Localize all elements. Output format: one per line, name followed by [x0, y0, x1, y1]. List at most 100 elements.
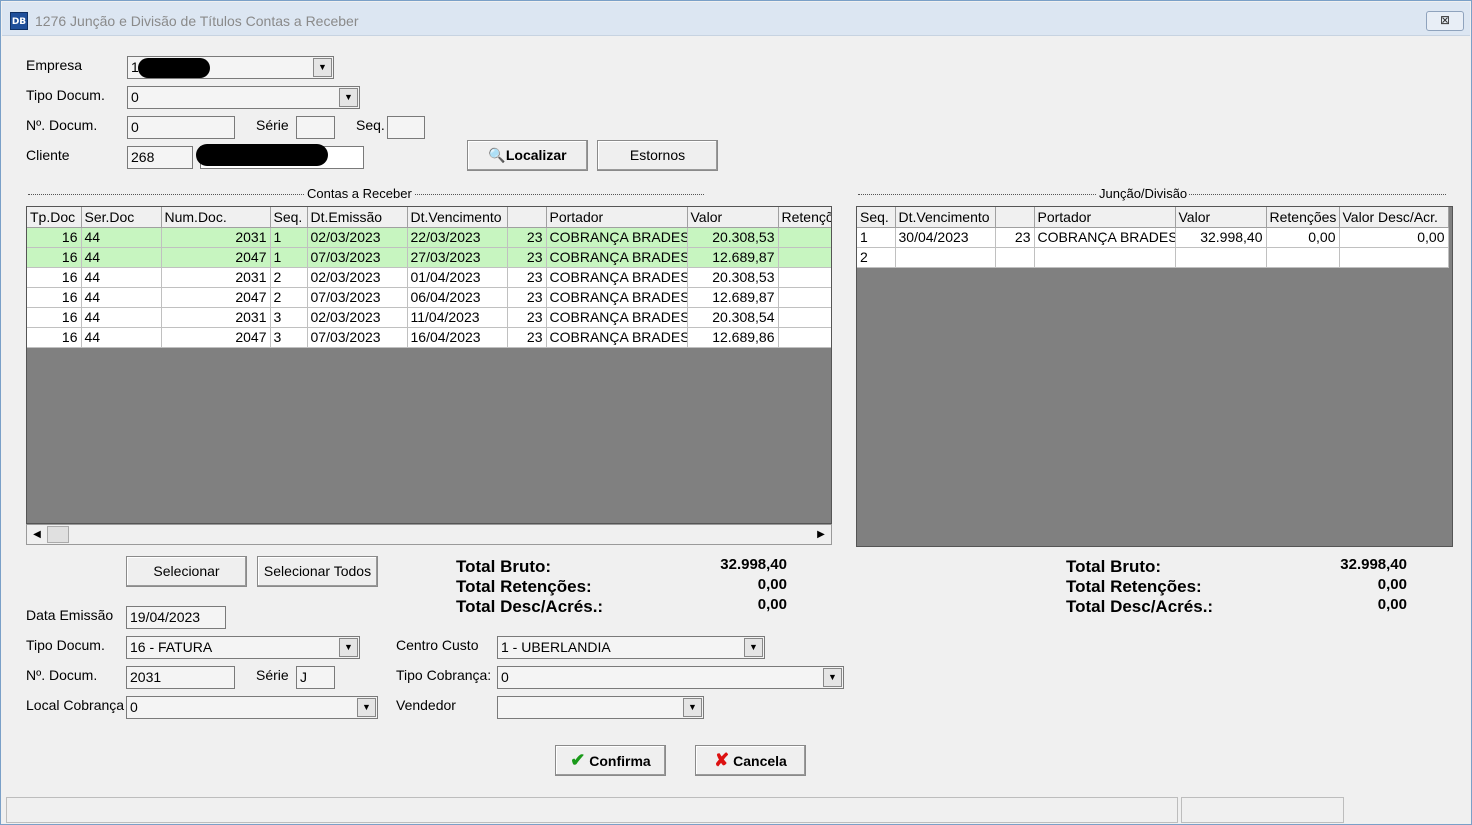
column-header: Valor Desc/Acr. — [1339, 207, 1449, 228]
seq-field[interactable] — [387, 116, 425, 139]
table-cell: 32.998,40 — [1175, 227, 1267, 248]
localizar-button[interactable]: 🔍Localizar — [467, 140, 588, 171]
redacted-mask — [138, 58, 210, 78]
table-row[interactable]: 16 44 2047 2 07/03/2023 06/04/2023 23 COBRANÇA … — [27, 287, 831, 308]
table-cell: 2 — [270, 267, 308, 288]
chevron-down-icon[interactable]: ▼ — [339, 88, 358, 107]
cliente-code-field[interactable]: 268 — [127, 146, 193, 169]
total-desc-label-right: Total Desc/Acrés.: — [1066, 597, 1214, 616]
table-cell: COBRANÇA BRADES — [546, 247, 688, 268]
vendedor-label: Vendedor — [396, 697, 456, 713]
tipo-docum-combo[interactable]: 0 ▼ — [127, 86, 360, 109]
tipo-cobranca-combo[interactable]: 0 ▼ — [497, 666, 844, 689]
total-retencoes-label: Total Retenções: — [456, 577, 592, 596]
scroll-thumb[interactable] — [47, 526, 69, 543]
table-cell: 23 — [507, 247, 547, 268]
table-cell: 12.689,86 — [687, 327, 779, 348]
table-cell: 2 — [857, 247, 896, 268]
status-bar-panel-1 — [6, 797, 1178, 823]
table-cell: 27/03/2023 — [407, 247, 508, 268]
table-cell: 0, — [778, 287, 831, 308]
tipo-docum-value: 0 — [131, 89, 139, 105]
contas-horizontal-scrollbar[interactable]: ◀ ▶ — [26, 524, 832, 545]
selecionar-button[interactable]: Selecionar — [126, 556, 247, 587]
scroll-left-icon[interactable]: ◀ — [28, 526, 46, 543]
table-cell: 0,00 — [1266, 227, 1340, 248]
cancela-button[interactable]: ✘ Cancela — [695, 745, 806, 776]
table-cell: 44 — [81, 227, 162, 248]
table-cell: 23 — [507, 287, 547, 308]
table-row[interactable]: 16 44 2047 1 07/03/2023 27/03/2023 23 COBRANÇA … — [27, 247, 831, 268]
juncao-grid[interactable]: Seq. Dt.Vencimento Portador Valor Retenções V… — [856, 206, 1453, 547]
estornos-button[interactable]: Estornos — [597, 140, 718, 171]
juncao-header-row: Seq. Dt.Vencimento Portador Valor Retenções V… — [857, 207, 1449, 228]
table-cell: 30/04/2023 — [895, 227, 996, 248]
table-cell — [1266, 247, 1340, 268]
num-docum-field-2[interactable]: 2031 — [126, 666, 235, 689]
chevron-down-icon[interactable]: ▼ — [357, 698, 376, 717]
num-docum-field[interactable]: 0 — [127, 116, 235, 139]
table-cell: 3 — [270, 327, 308, 348]
table-cell: 1 — [857, 227, 896, 248]
confirma-button[interactable]: ✔ Confirma — [555, 745, 666, 776]
num-docum-label: Nº. Docum. — [26, 117, 98, 133]
table-cell: 2 — [270, 287, 308, 308]
centro-custo-combo[interactable]: 1 - UBERLANDIA ▼ — [497, 636, 765, 659]
cancel-x-icon: ✘ — [714, 750, 730, 770]
chevron-down-icon[interactable]: ▼ — [744, 638, 763, 657]
column-header: Dt.Emissão — [307, 207, 408, 228]
total-retencoes-value: 0,00 — [757, 576, 787, 593]
table-cell: 16 — [27, 327, 82, 348]
table-cell: 16 — [27, 227, 82, 248]
table-cell: 44 — [81, 307, 162, 328]
table-cell: 23 — [507, 327, 547, 348]
chevron-down-icon[interactable]: ▼ — [339, 638, 358, 657]
app-icon: DB — [10, 12, 28, 30]
table-cell: 3 — [270, 307, 308, 328]
tipo-docum-combo-2[interactable]: 16 - FATURA ▼ — [126, 636, 360, 659]
table-cell: 06/04/2023 — [407, 287, 508, 308]
table-cell: COBRANÇA BRADES — [546, 287, 688, 308]
chevron-down-icon[interactable]: ▼ — [683, 698, 702, 717]
vendedor-combo[interactable]: ▼ — [497, 696, 704, 719]
table-cell: COBRANÇA BRADES — [546, 267, 688, 288]
column-header: Tp.Doc — [27, 207, 82, 228]
total-desc-value: 0,00 — [757, 596, 787, 613]
tipo-docum-label-2: Tipo Docum. — [26, 637, 105, 653]
selecionar-todos-button[interactable]: Selecionar Todos — [257, 556, 378, 587]
close-button[interactable]: ⊠ — [1426, 11, 1464, 31]
contas-section-title: Contas a Receber — [305, 186, 414, 201]
column-header — [995, 207, 1035, 228]
table-cell: 0, — [778, 247, 831, 268]
table-cell: 22/03/2023 — [407, 227, 508, 248]
column-header: Retenções — [1266, 207, 1340, 228]
table-cell: 02/03/2023 — [307, 307, 408, 328]
table-row[interactable]: 1 30/04/2023 23 COBRANÇA BRADES 32.998,40 0,0… — [857, 227, 1449, 248]
serie-field[interactable] — [296, 116, 335, 139]
total-retencoes-value-right: 0,00 — [1377, 576, 1407, 593]
juncao-table: Seq. Dt.Vencimento Portador Valor Retenções V… — [857, 207, 1449, 268]
table-row[interactable]: 2 — [857, 247, 1449, 268]
table-cell: 16/04/2023 — [407, 327, 508, 348]
table-cell: 1 — [270, 247, 308, 268]
chevron-down-icon[interactable]: ▼ — [823, 668, 842, 687]
chevron-down-icon[interactable]: ▼ — [313, 58, 332, 77]
contas-grid[interactable]: Tp.Doc Ser.Doc Num.Doc. Seq. Dt.Emissão Dt.Ve… — [26, 206, 832, 524]
local-cobranca-combo[interactable]: 0 ▼ — [126, 696, 378, 719]
table-row[interactable]: 16 44 2047 3 07/03/2023 16/04/2023 23 COBRANÇA … — [27, 327, 831, 348]
table-cell — [1175, 247, 1267, 268]
serie-field-2[interactable]: J — [296, 666, 335, 689]
scroll-right-icon[interactable]: ▶ — [812, 526, 830, 543]
total-bruto-label: Total Bruto: — [456, 557, 552, 576]
table-row[interactable]: 16 44 2031 1 02/03/2023 22/03/2023 23 COBRANÇA … — [27, 227, 831, 248]
table-row[interactable]: 16 44 2031 3 02/03/2023 11/04/2023 23 COBRANÇA … — [27, 307, 831, 328]
column-header: Ser.Doc — [81, 207, 162, 228]
data-emissao-field[interactable]: 19/04/2023 — [126, 606, 226, 629]
status-bar-panel-2 — [1181, 797, 1344, 823]
table-cell — [1034, 247, 1176, 268]
table-cell: 44 — [81, 247, 162, 268]
table-cell: COBRANÇA BRADES — [546, 227, 688, 248]
table-cell: 23 — [995, 227, 1035, 248]
table-cell: 16 — [27, 307, 82, 328]
table-row[interactable]: 16 44 2031 2 02/03/2023 01/04/2023 23 COBRANÇA … — [27, 267, 831, 288]
